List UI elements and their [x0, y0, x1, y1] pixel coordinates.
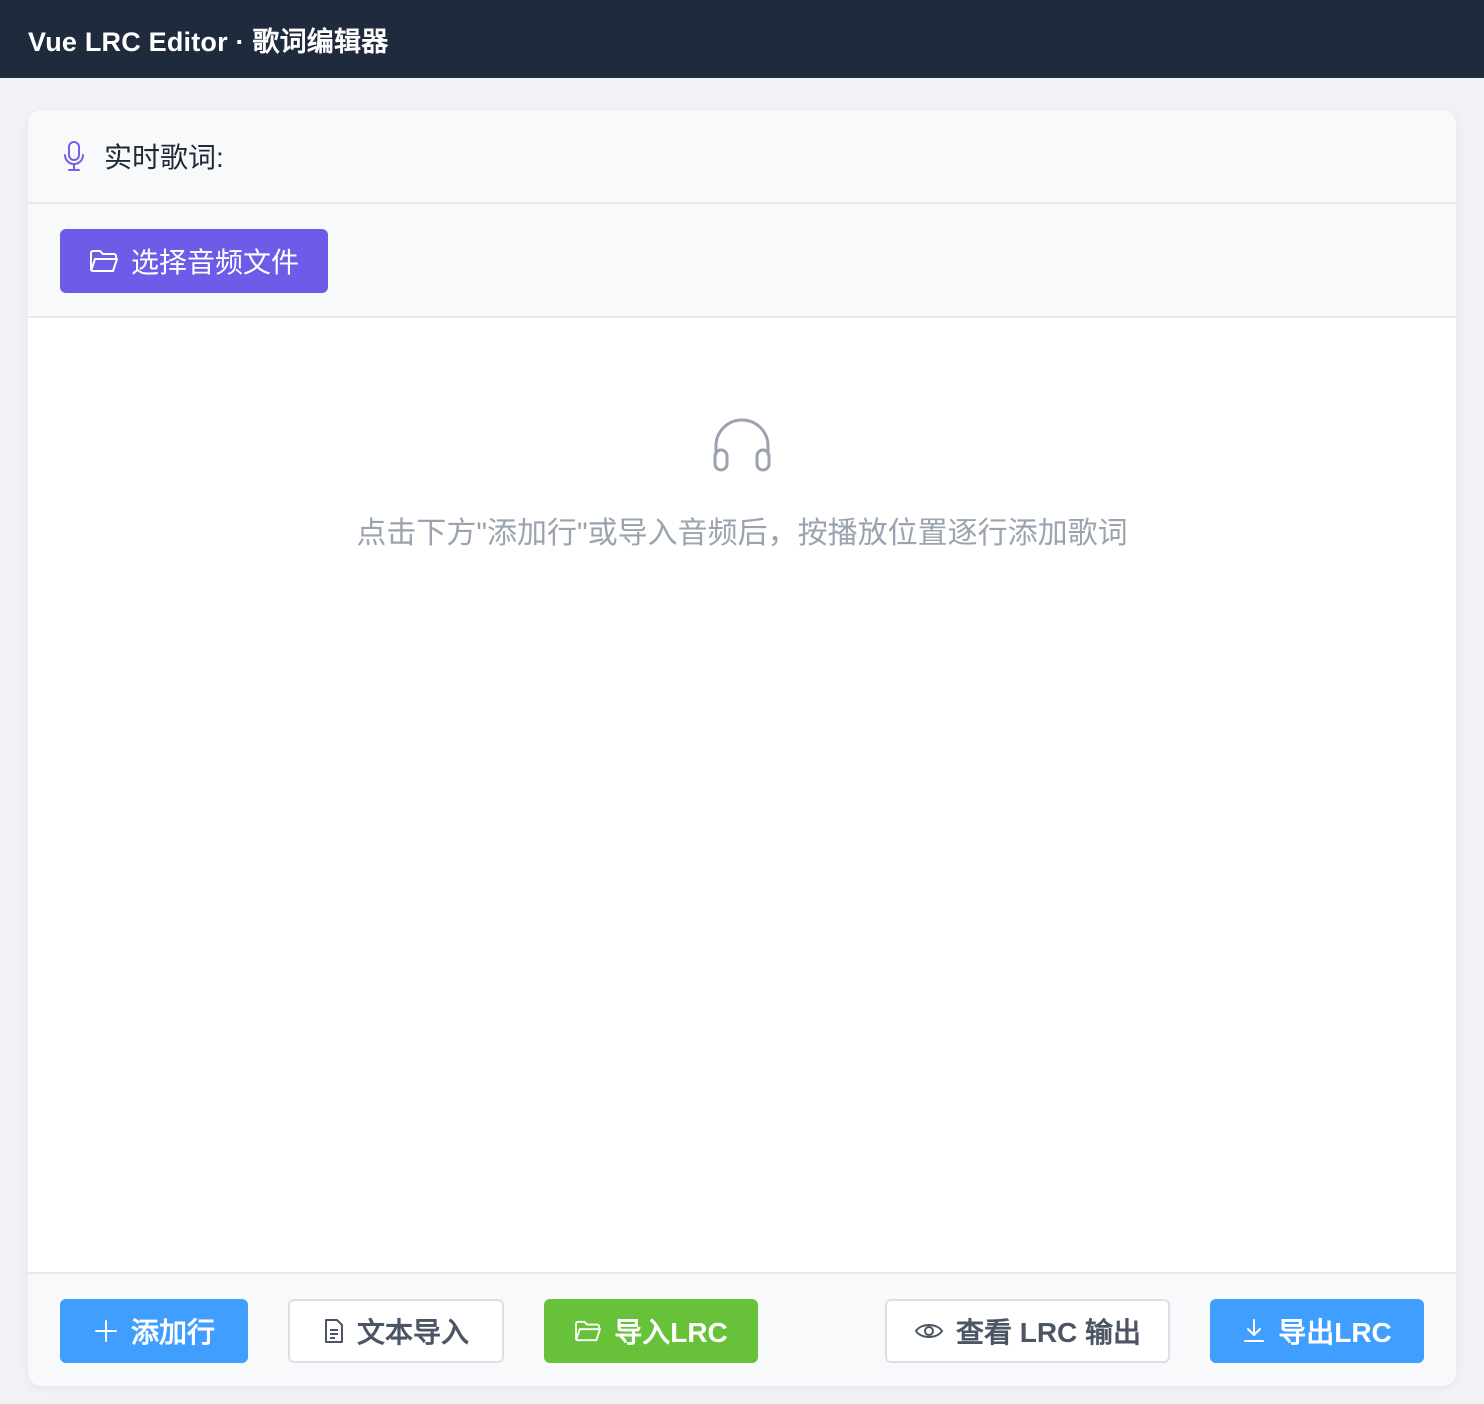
document-icon	[323, 1318, 345, 1344]
action-toolbar: 添加行 文本导入 导入LRC 查看 LRC 输出 导出LRC	[28, 1272, 1456, 1386]
lyrics-empty-state: 点击下方"添加行"或导入音频后，按播放位置逐行添加歌词	[28, 318, 1456, 1272]
folder-open-icon	[574, 1319, 602, 1343]
microphone-icon	[62, 140, 90, 172]
folder-open-icon	[89, 248, 119, 274]
live-lyric-bar: 实时歌词:	[28, 110, 1456, 204]
app-title: Vue LRC Editor · 歌词编辑器	[28, 26, 389, 57]
empty-state-message: 点击下方"添加行"或导入音频后，按播放位置逐行添加歌词	[356, 517, 1128, 550]
headphones-icon	[712, 418, 772, 474]
text-import-button[interactable]: 文本导入	[288, 1299, 504, 1363]
select-audio-button[interactable]: 选择音频文件	[60, 229, 328, 293]
add-row-button[interactable]: 添加行	[60, 1299, 248, 1363]
plus-icon	[93, 1318, 119, 1344]
eye-icon	[914, 1320, 944, 1342]
view-lrc-output-button[interactable]: 查看 LRC 输出	[885, 1299, 1170, 1363]
export-lrc-label: 导出LRC	[1278, 1317, 1392, 1348]
audio-file-bar: 选择音频文件	[28, 204, 1456, 318]
select-audio-label: 选择音频文件	[130, 247, 299, 278]
live-lyric-label: 实时歌词:	[104, 142, 224, 173]
export-lrc-button[interactable]: 导出LRC	[1210, 1299, 1424, 1363]
download-icon	[1242, 1318, 1266, 1344]
app-header: Vue LRC Editor · 歌词编辑器	[0, 0, 1484, 78]
add-row-label: 添加行	[130, 1317, 215, 1348]
import-lrc-button[interactable]: 导入LRC	[544, 1299, 758, 1363]
import-lrc-label: 导入LRC	[614, 1317, 728, 1348]
text-import-label: 文本导入	[356, 1317, 469, 1348]
view-lrc-output-label: 查看 LRC 输出	[955, 1317, 1142, 1348]
editor-card: 实时歌词: 选择音频文件 点击下方"添加行"或导入音频后，按播放位置逐行添加歌词	[28, 110, 1456, 1386]
